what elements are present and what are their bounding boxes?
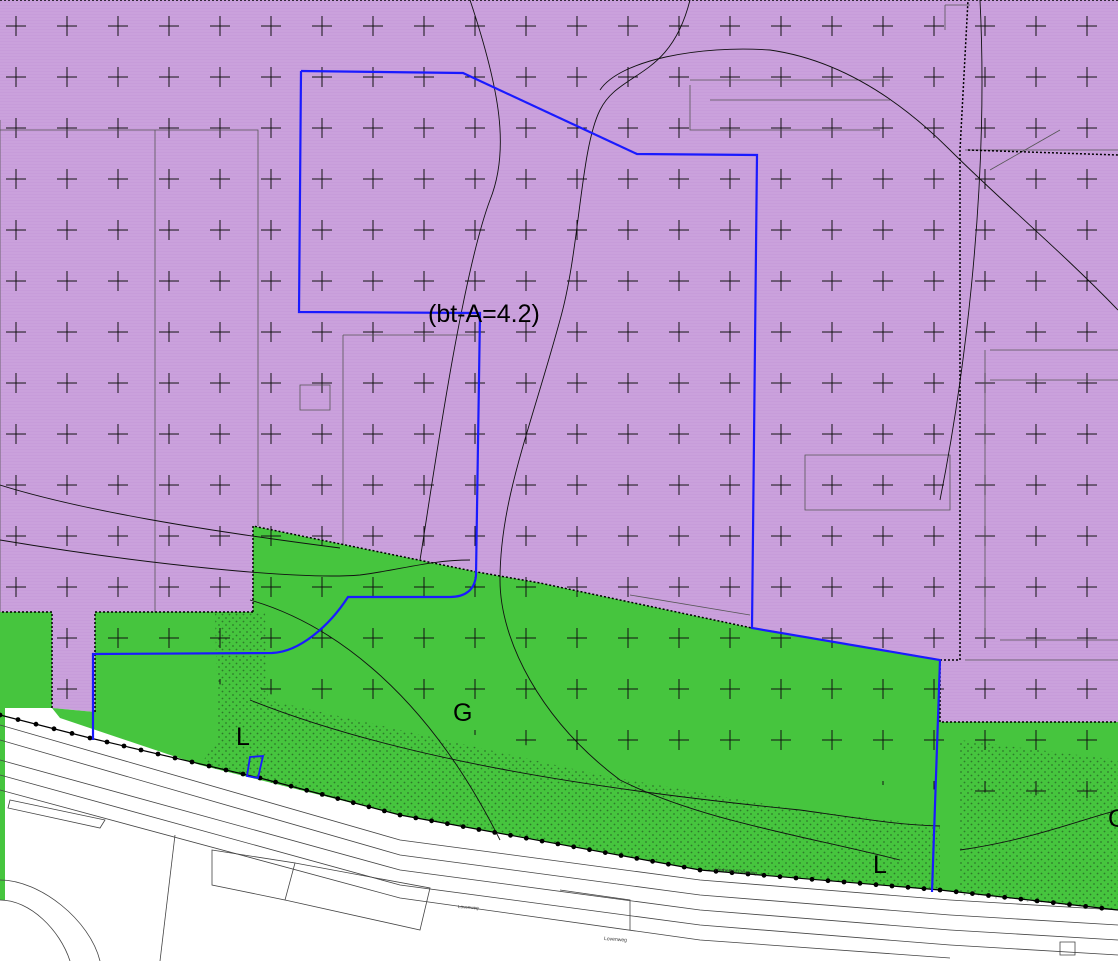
boundary-dot [508,832,513,838]
boundary-dot [602,850,608,855]
boundary-dot [681,864,687,870]
boundary-dot [382,808,387,814]
boundary-dot [650,858,655,864]
boundary-dot [397,812,403,818]
boundary-dot [825,878,831,884]
boundary-dot [777,874,783,880]
boundary-dot [793,875,799,881]
boundary-dot [1067,902,1072,907]
boundary-dot [335,796,341,801]
boundary-dot [350,800,356,806]
boundary-dot [15,717,21,722]
boundary-dot [873,882,879,888]
boundary-dot [492,830,498,835]
boundary-dot [51,726,57,732]
boundary-dot [104,739,110,745]
boundary-dot [1034,898,1040,904]
boundary-dot [905,884,911,890]
boundary-dot [1050,900,1056,906]
boundary-dot [240,771,246,777]
boundary-dot [618,853,624,858]
boundary-dot [937,887,943,893]
boundary-dot [273,779,278,785]
boundary-dot [69,731,75,736]
green-zone-label: G [453,699,472,727]
l-label-left: L [236,723,250,751]
l-label-right: L [873,851,887,879]
boundary-dot [319,792,325,797]
boundary-dot [189,759,195,765]
boundary-dot [138,747,144,753]
boundary-dot [155,751,161,757]
boundary-dot [1099,905,1105,911]
boundary-dot [206,763,212,769]
boundary-dot [634,856,640,861]
boundary-dot [366,804,372,810]
boundary-dot [288,783,294,789]
boundary-dot [970,891,975,896]
boundary-dot [413,815,419,821]
boundary-dot [460,824,466,829]
boundary-dot [1018,896,1024,902]
boundary-dot [523,835,529,841]
boundary-dot [587,847,592,853]
edge-zone-label: G [1108,805,1118,833]
boundary-dot [857,880,863,886]
boundary-dot [1083,904,1088,909]
boundary-dot [1002,894,1008,900]
boundary-dot [555,841,561,847]
boundary-dot [429,818,434,824]
boundary-dot [953,889,959,895]
boundary-dot [809,876,815,882]
zoning-map[interactable]: (bt-A=4.2) G L L G Herbert H.Dowweg Love… [0,0,1118,961]
boundary-dot [87,735,93,741]
boundary-dot [666,861,671,867]
boundary-dot [921,886,927,892]
boundary-dot [571,844,577,850]
boundary-dot [697,867,703,873]
boundary-dot [172,755,178,761]
boundary-dot [445,821,450,827]
boundary-dot [121,743,127,749]
zone-label: (bt-A=4.2) [428,300,540,328]
boundary-dot [986,893,991,898]
boundary-dot [33,721,39,727]
boundary-dot [539,838,545,844]
map-canvas[interactable]: (bt-A=4.2) G L L G Herbert H.Dowweg Love… [0,0,1118,961]
boundary-dot [304,787,310,793]
boundary-dot [889,883,895,889]
boundary-dot [476,827,482,832]
boundary-dot [223,767,229,773]
boundary-dot [841,879,847,885]
boundary-dot [761,872,767,878]
